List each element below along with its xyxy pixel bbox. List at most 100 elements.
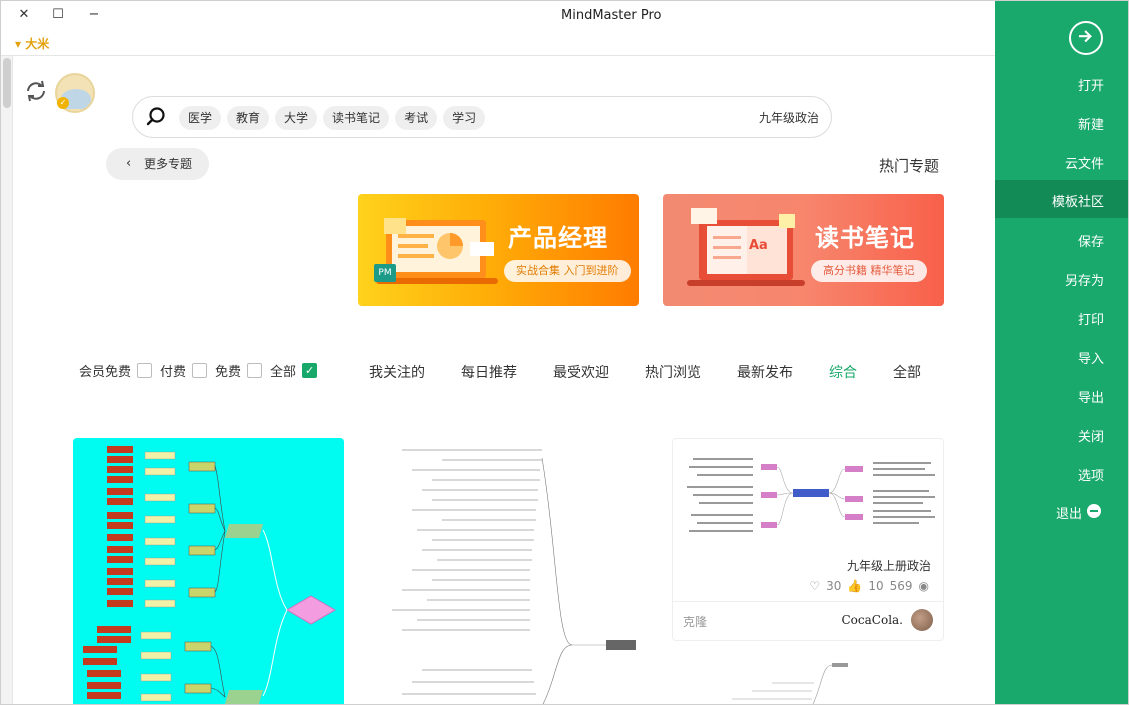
sidebar-item-exit[interactable]: 退出 [995,492,1128,530]
sidebar-item-import[interactable]: 导入 [995,337,1128,375]
mindmap-thumbnail [732,663,848,704]
checkbox-checked-icon[interactable]: ✓ [302,363,318,378]
banner-subtitle: 高分书籍 精华笔记 [811,260,927,282]
divider [1,55,995,56]
sidebar-item-close[interactable]: 关闭 [995,415,1128,453]
sidebar-item-open[interactable]: 打开 [995,64,1128,102]
search-tag[interactable]: 考试 [395,106,438,130]
vip-badge-icon: ✓ [57,97,69,109]
hot-topics-title: 热门专题 [879,157,940,175]
tab-following[interactable]: 我关注的 [369,362,425,382]
sidebar-item-save-as[interactable]: 另存为 [995,259,1128,297]
favorites-count: 30 [826,579,842,593]
template-stats: ♡ 30 👍 10 569 ◉ [809,579,929,593]
chevron-left-icon: ‹ [126,156,132,171]
search-tag[interactable]: 教育 [227,106,270,130]
sidebar-item-community[interactable]: 模板社区 [995,180,1128,218]
exit-icon [1087,504,1101,518]
search-tag-list: 医学 教育 大学 读书笔记 考试 学习 [179,106,486,130]
vertical-scrollbar[interactable] [1,56,13,704]
banner-reading-notes[interactable]: Aa 读书笔记 高分书籍 精华笔记 [663,194,944,306]
mindmap-thumbnail [83,446,336,704]
backstage-sidebar: 打开 新建 云文件 模板社区 保存 另存为 打印 导入 导出 关闭 选项 退出 [995,1,1128,704]
filter-all[interactable]: 全部 ✓ [270,361,318,380]
search-tag[interactable]: 大学 [275,106,318,130]
back-arrow-icon[interactable] [1069,21,1103,55]
search-tag[interactable]: 医学 [179,106,222,130]
sidebar-item-cloud-files[interactable]: 云文件 [995,142,1128,180]
tab-all[interactable]: 全部 [893,362,921,382]
window-title: MindMaster Pro [561,8,662,23]
sidebar-item-label: 云文件 [1064,157,1104,172]
author-name[interactable]: CocaCola. [842,613,904,627]
close-window-button[interactable]: ✕ [15,6,33,24]
heart-icon[interactable]: ♡ [809,579,820,593]
sidebar-item-label: 新建 [1077,118,1104,133]
title-bar: ✕ ☐ − MindMaster Pro [1,1,995,31]
sidebar-item-label: 选项 [1077,469,1104,484]
tab-hot-views[interactable]: 热门浏览 [645,362,701,382]
author-avatar[interactable] [911,609,933,631]
more-topics-button[interactable]: ‹ 更多专题 [106,148,209,180]
aa-tag-icon: Aa [749,238,768,253]
minimize-window-button[interactable]: − [85,6,103,24]
template-card-thumbnail[interactable] [73,438,344,704]
chevron-down-icon: ▾ [15,37,22,51]
sidebar-item-label: 关闭 [1077,430,1104,445]
template-title[interactable]: 九年级上册政治 [847,557,931,574]
sidebar-item-label: 打印 [1077,313,1104,328]
price-filter: 会员免费 付费 免费 全部 ✓ [79,361,318,380]
sidebar-item-export[interactable]: 导出 [995,376,1128,414]
search-bar[interactable]: 医学 教育 大学 读书笔记 考试 学习 九年级政治 [132,96,832,138]
sidebar-item-label: 另存为 [1064,274,1104,289]
filter-paid[interactable]: 付费 [160,361,208,380]
more-topics-label: 更多专题 [144,157,193,171]
thumbs-up-icon[interactable]: 👍 [847,579,862,593]
sidebar-item-new[interactable]: 新建 [995,103,1128,141]
sidebar-item-label: 导出 [1077,391,1104,406]
book-illustration [687,208,805,286]
divider [673,601,943,602]
banner-subtitle: 实战合集 入门到进阶 [504,260,631,282]
views-count: 569 [889,579,913,593]
user-menu[interactable]: ▾ 大米 [15,35,49,52]
filter-free[interactable]: 免费 [215,361,263,380]
tab-comprehensive[interactable]: 综合 [829,362,857,382]
template-card-thumbnail[interactable] [372,438,648,704]
sidebar-item-label: 模板社区 [1051,195,1104,210]
banner-title: 读书笔记 [815,224,915,252]
search-tag[interactable]: 学习 [443,106,486,130]
template-card[interactable]: 九年级上册政治 ♡ 30 👍 10 569 ◉ 克隆 CocaCola. [672,438,944,641]
scrollbar-thumb[interactable] [3,58,11,108]
search-input[interactable]: 九年级政治 [759,109,819,126]
tab-popular[interactable]: 最受欢迎 [553,362,609,382]
tab-daily[interactable]: 每日推荐 [461,362,517,382]
template-card-thumbnail[interactable] [672,657,944,704]
filter-member-free[interactable]: 会员免费 [79,361,153,380]
sort-tabs: 我关注的 每日推荐 最受欢迎 热门浏览 最新发布 综合 全部 [369,362,921,382]
tab-newest[interactable]: 最新发布 [737,362,793,382]
pm-tag-icon: PM [374,264,396,282]
checkbox[interactable] [247,363,263,378]
clone-button[interactable]: 克隆 [683,613,707,630]
laptop-illustration [376,218,498,284]
mindmap-thumbnail [687,458,935,532]
checkbox[interactable] [137,363,153,378]
sidebar-item-label: 导入 [1077,352,1104,367]
banner-title: 产品经理 [508,224,608,252]
search-tag[interactable]: 读书笔记 [323,106,390,130]
refresh-icon[interactable] [22,77,50,105]
search-icon[interactable] [145,106,167,128]
filter-label: 会员免费 [79,365,132,380]
checkbox[interactable] [192,363,208,378]
user-name: 大米 [25,37,50,51]
banner-product-manager[interactable]: PM 产品经理 实战合集 入门到进阶 [358,194,639,306]
eye-icon: ◉ [918,579,929,593]
sidebar-item-label: 退出 [1055,507,1082,522]
sidebar-item-print[interactable]: 打印 [995,298,1128,336]
sidebar-item-options[interactable]: 选项 [995,454,1128,492]
filter-label: 付费 [160,365,187,380]
maximize-window-button[interactable]: ☐ [49,6,67,24]
sidebar-item-save[interactable]: 保存 [995,220,1128,258]
filter-label: 全部 [270,365,297,380]
